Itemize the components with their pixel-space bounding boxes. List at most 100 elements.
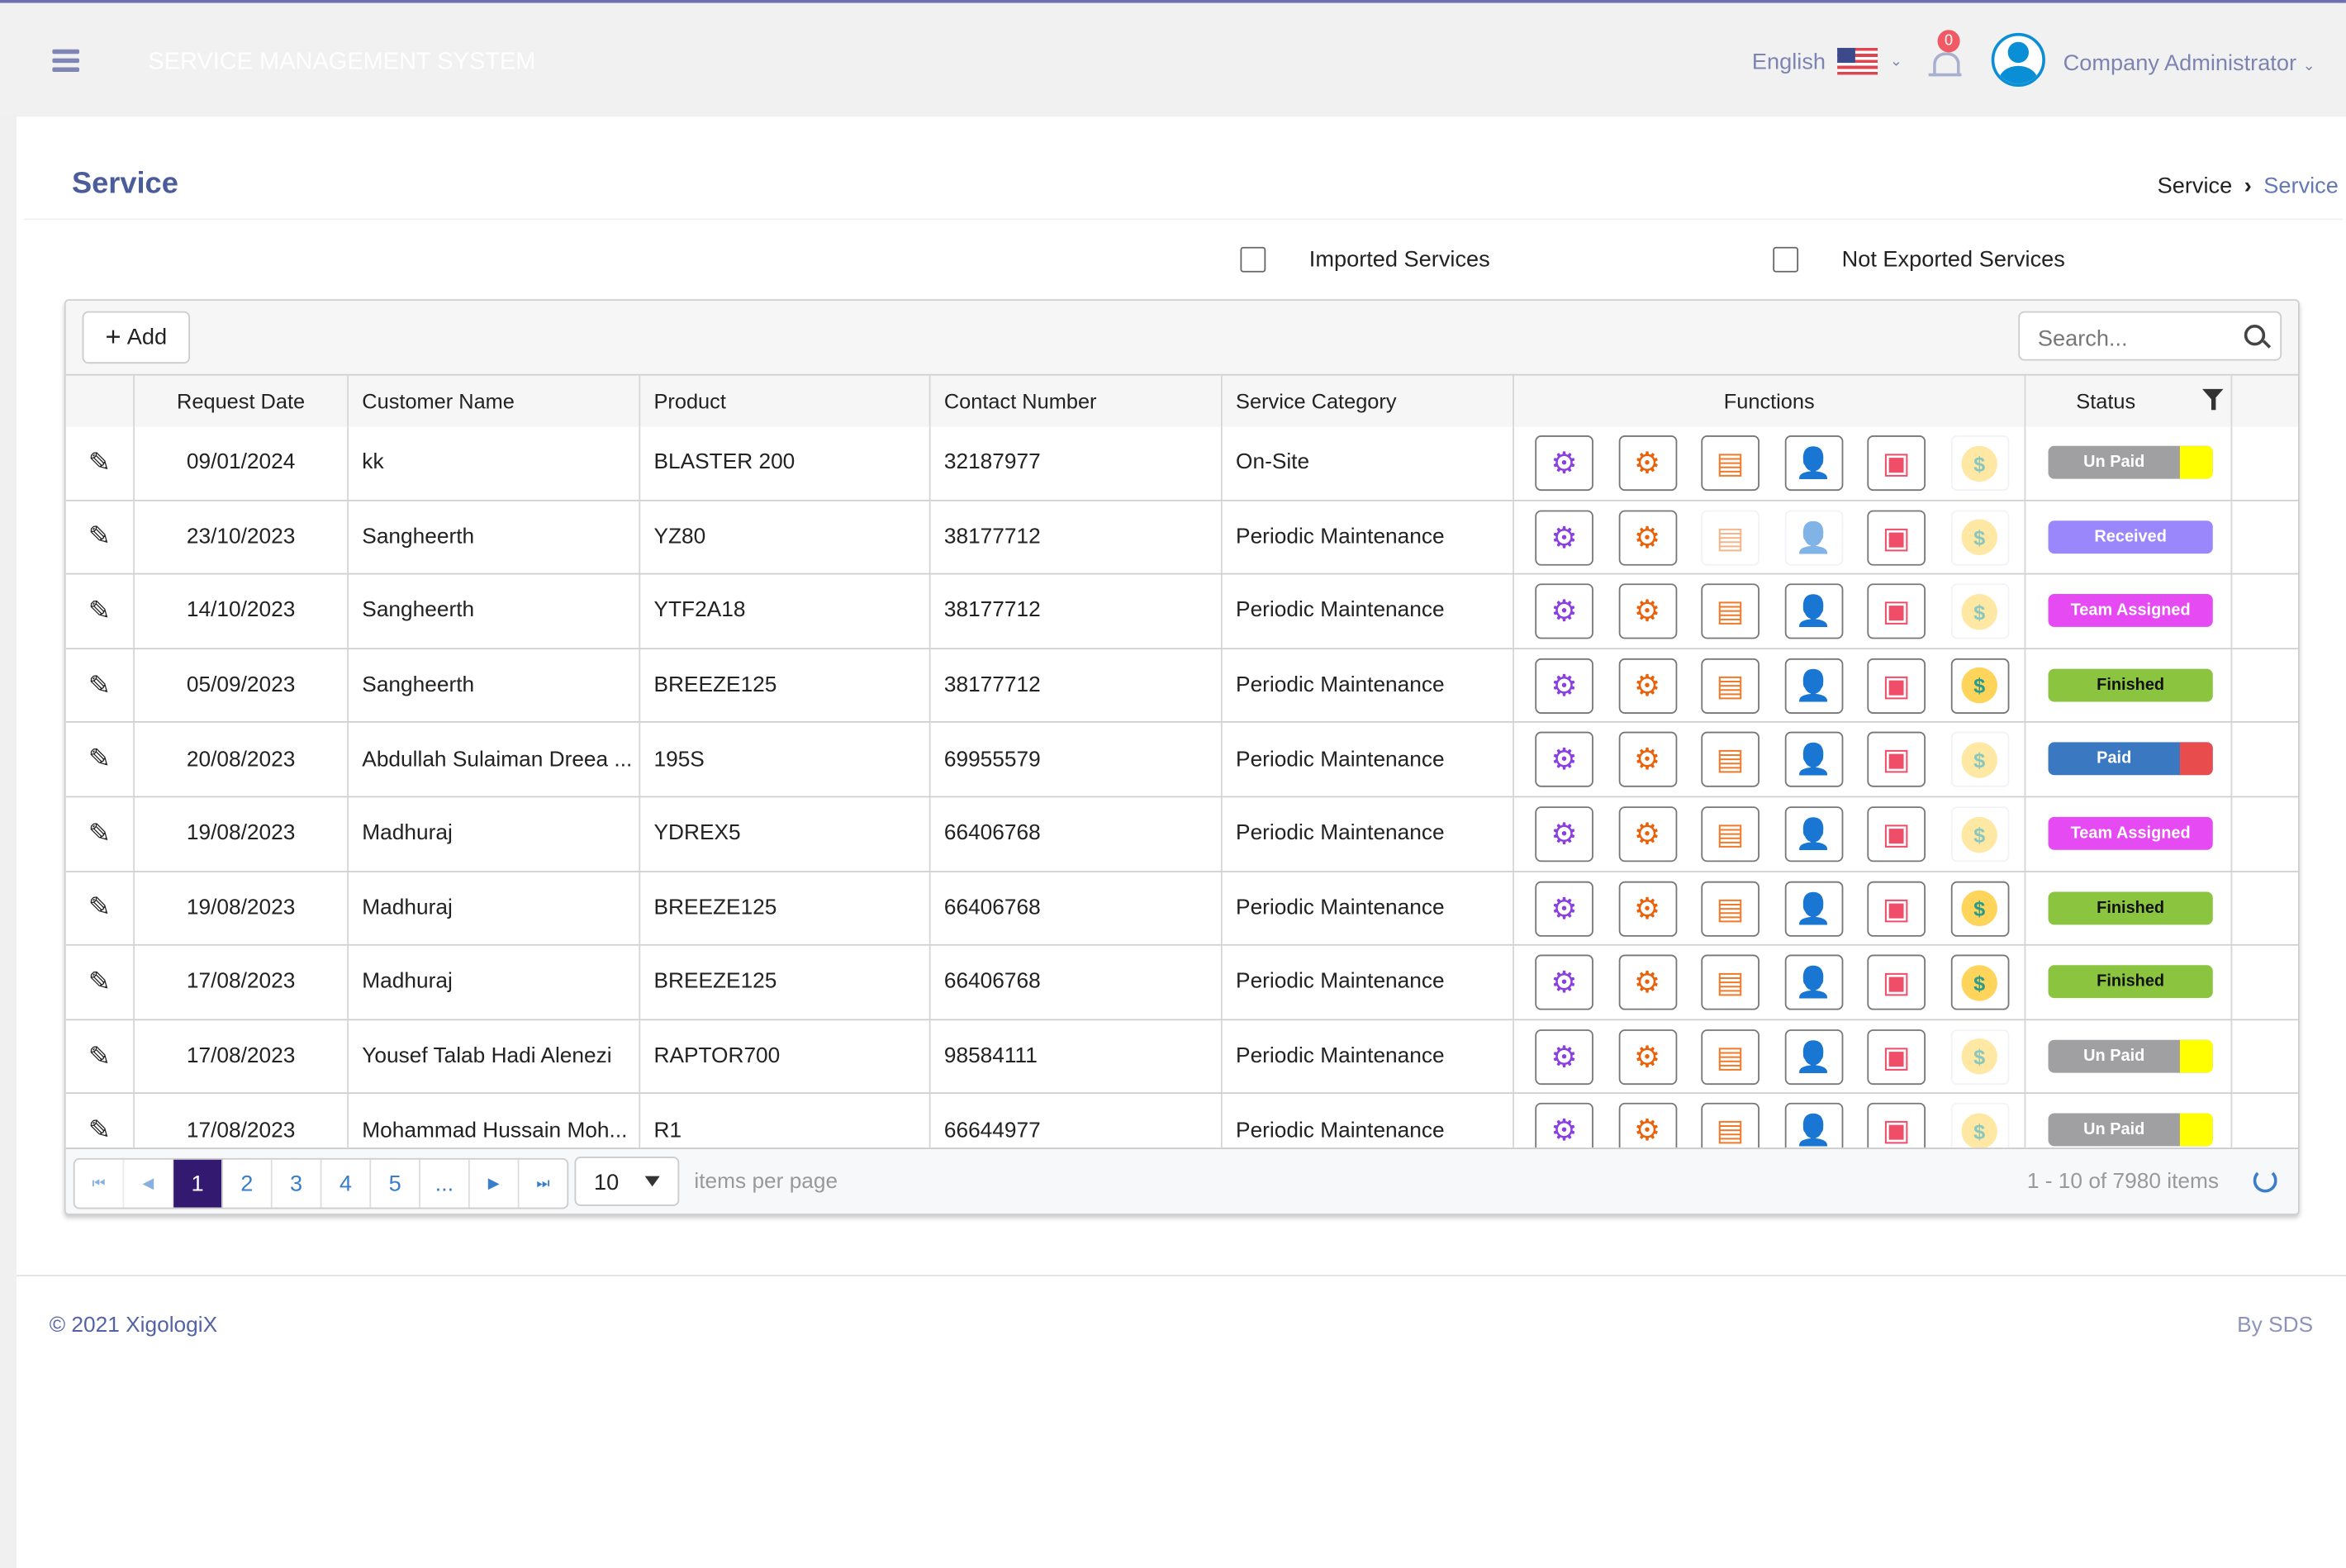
breadcrumb-item[interactable]: Service [2158,173,2233,199]
invoice-button[interactable]: ▤ [1701,583,1760,639]
page-size-select[interactable]: 10 [574,1157,680,1206]
payment-button[interactable]: $ [1949,509,2009,565]
payment-button[interactable]: $ [1949,583,2009,639]
avatar[interactable] [1991,32,2045,88]
spare-parts-button[interactable]: ⚙ [1617,881,1677,937]
invoice-button[interactable]: ▤ [1701,658,1760,714]
service-settings-button[interactable]: ⚙ [1535,881,1593,937]
technician-button[interactable]: 👤 [1783,806,1843,862]
page-button[interactable]: 1 [173,1159,223,1208]
edit-icon[interactable]: ✎ [66,1020,134,1093]
search-box[interactable] [2018,311,2282,361]
header-customer-name[interactable]: Customer Name [347,375,639,427]
spare-parts-button[interactable]: ⚙ [1617,1029,1677,1085]
technician-button[interactable]: 👤 [1783,509,1843,565]
next-page-icon[interactable]: ▶ [470,1159,520,1208]
payment-button[interactable]: $ [1949,658,2009,714]
add-button[interactable]: + Add [82,311,191,364]
edit-icon[interactable]: ✎ [66,797,134,870]
images-button[interactable]: ▣ [1867,583,1926,639]
page-button[interactable]: 2 [223,1159,273,1208]
invoice-button[interactable]: ▤ [1701,732,1760,788]
edit-icon[interactable]: ✎ [66,649,134,722]
payment-button[interactable]: $ [1949,881,2009,937]
images-button[interactable]: ▣ [1867,1029,1926,1085]
invoice-button[interactable]: ▤ [1701,435,1760,492]
imported-services-checkbox[interactable]: Imported Services [1240,246,1490,273]
technician-button[interactable]: 👤 [1783,732,1843,788]
user-menu[interactable]: Company Administrator ⌄ [2063,51,2315,77]
refresh-icon[interactable] [2253,1168,2277,1193]
images-button[interactable]: ▣ [1867,881,1926,937]
service-settings-button[interactable]: ⚙ [1535,732,1593,788]
images-button[interactable]: ▣ [1867,806,1926,862]
technician-button[interactable]: 👤 [1783,435,1843,492]
checkbox-icon[interactable] [1773,246,1799,273]
service-settings-button[interactable]: ⚙ [1535,658,1593,714]
invoice-button[interactable]: ▤ [1701,806,1760,862]
payment-button[interactable]: $ [1949,435,2009,492]
edit-icon[interactable]: ✎ [66,426,134,499]
images-button[interactable]: ▣ [1867,954,1926,1010]
technician-button[interactable]: 👤 [1783,881,1843,937]
invoice-button[interactable]: ▤ [1701,1103,1760,1148]
service-settings-button[interactable]: ⚙ [1535,806,1593,862]
header-status[interactable]: Status [2024,375,2231,427]
payment-button[interactable]: $ [1949,954,2009,1010]
technician-button[interactable]: 👤 [1783,954,1843,1010]
payment-button[interactable]: $ [1949,732,2009,788]
spare-parts-button[interactable]: ⚙ [1617,954,1677,1010]
technician-button[interactable]: 👤 [1783,1029,1843,1085]
header-product[interactable]: Product [639,375,928,427]
images-button[interactable]: ▣ [1867,658,1926,714]
images-button[interactable]: ▣ [1867,435,1926,492]
spare-parts-button[interactable]: ⚙ [1617,509,1677,565]
prev-page-icon[interactable]: ◀ [124,1159,174,1208]
invoice-button[interactable]: ▤ [1701,881,1760,937]
images-button[interactable]: ▣ [1867,509,1926,565]
edit-icon[interactable]: ✎ [66,872,134,944]
service-settings-button[interactable]: ⚙ [1535,1029,1593,1085]
page-button[interactable]: 5 [371,1159,420,1208]
payment-button[interactable]: $ [1949,806,2009,862]
images-button[interactable]: ▣ [1867,732,1926,788]
service-settings-button[interactable]: ⚙ [1535,954,1593,1010]
payment-button[interactable]: $ [1949,1029,2009,1085]
header-service-category[interactable]: Service Category [1220,375,1513,427]
invoice-button[interactable]: ▤ [1701,954,1760,1010]
page-button[interactable]: ... [420,1159,470,1208]
page-button[interactable]: 3 [273,1159,322,1208]
menu-icon[interactable] [52,49,79,74]
images-button[interactable]: ▣ [1867,1103,1926,1148]
edit-icon[interactable]: ✎ [66,1095,134,1147]
edit-icon[interactable]: ✎ [66,501,134,573]
header-contact-number[interactable]: Contact Number [928,375,1221,427]
technician-button[interactable]: 👤 [1783,658,1843,714]
technician-button[interactable]: 👤 [1783,1103,1843,1148]
edit-icon[interactable]: ✎ [66,946,134,1019]
spare-parts-button[interactable]: ⚙ [1617,435,1677,492]
first-page-icon[interactable]: ⏮ [75,1159,125,1208]
service-settings-button[interactable]: ⚙ [1535,583,1593,639]
checkbox-icon[interactable] [1240,246,1266,273]
edit-icon[interactable]: ✎ [66,575,134,648]
service-settings-button[interactable]: ⚙ [1535,435,1593,492]
search-icon[interactable] [2244,325,2266,346]
spare-parts-button[interactable]: ⚙ [1617,1103,1677,1148]
spare-parts-button[interactable]: ⚙ [1617,583,1677,639]
spare-parts-button[interactable]: ⚙ [1617,658,1677,714]
invoice-button[interactable]: ▤ [1701,1029,1760,1085]
technician-button[interactable]: 👤 [1783,583,1843,639]
language-selector[interactable]: English ⌄ [1752,47,1902,75]
page-button[interactable]: 4 [321,1159,372,1208]
filter-icon[interactable] [2202,388,2224,411]
last-page-icon[interactable]: ⏭ [519,1160,567,1208]
search-input[interactable] [2035,325,2235,354]
service-settings-button[interactable]: ⚙ [1535,509,1593,565]
payment-button[interactable]: $ [1949,1103,2009,1148]
header-request-date[interactable]: Request Date [133,375,347,427]
service-settings-button[interactable]: ⚙ [1535,1103,1593,1148]
spare-parts-button[interactable]: ⚙ [1617,732,1677,788]
not-exported-services-checkbox[interactable]: Not Exported Services [1773,246,2065,273]
spare-parts-button[interactable]: ⚙ [1617,806,1677,862]
